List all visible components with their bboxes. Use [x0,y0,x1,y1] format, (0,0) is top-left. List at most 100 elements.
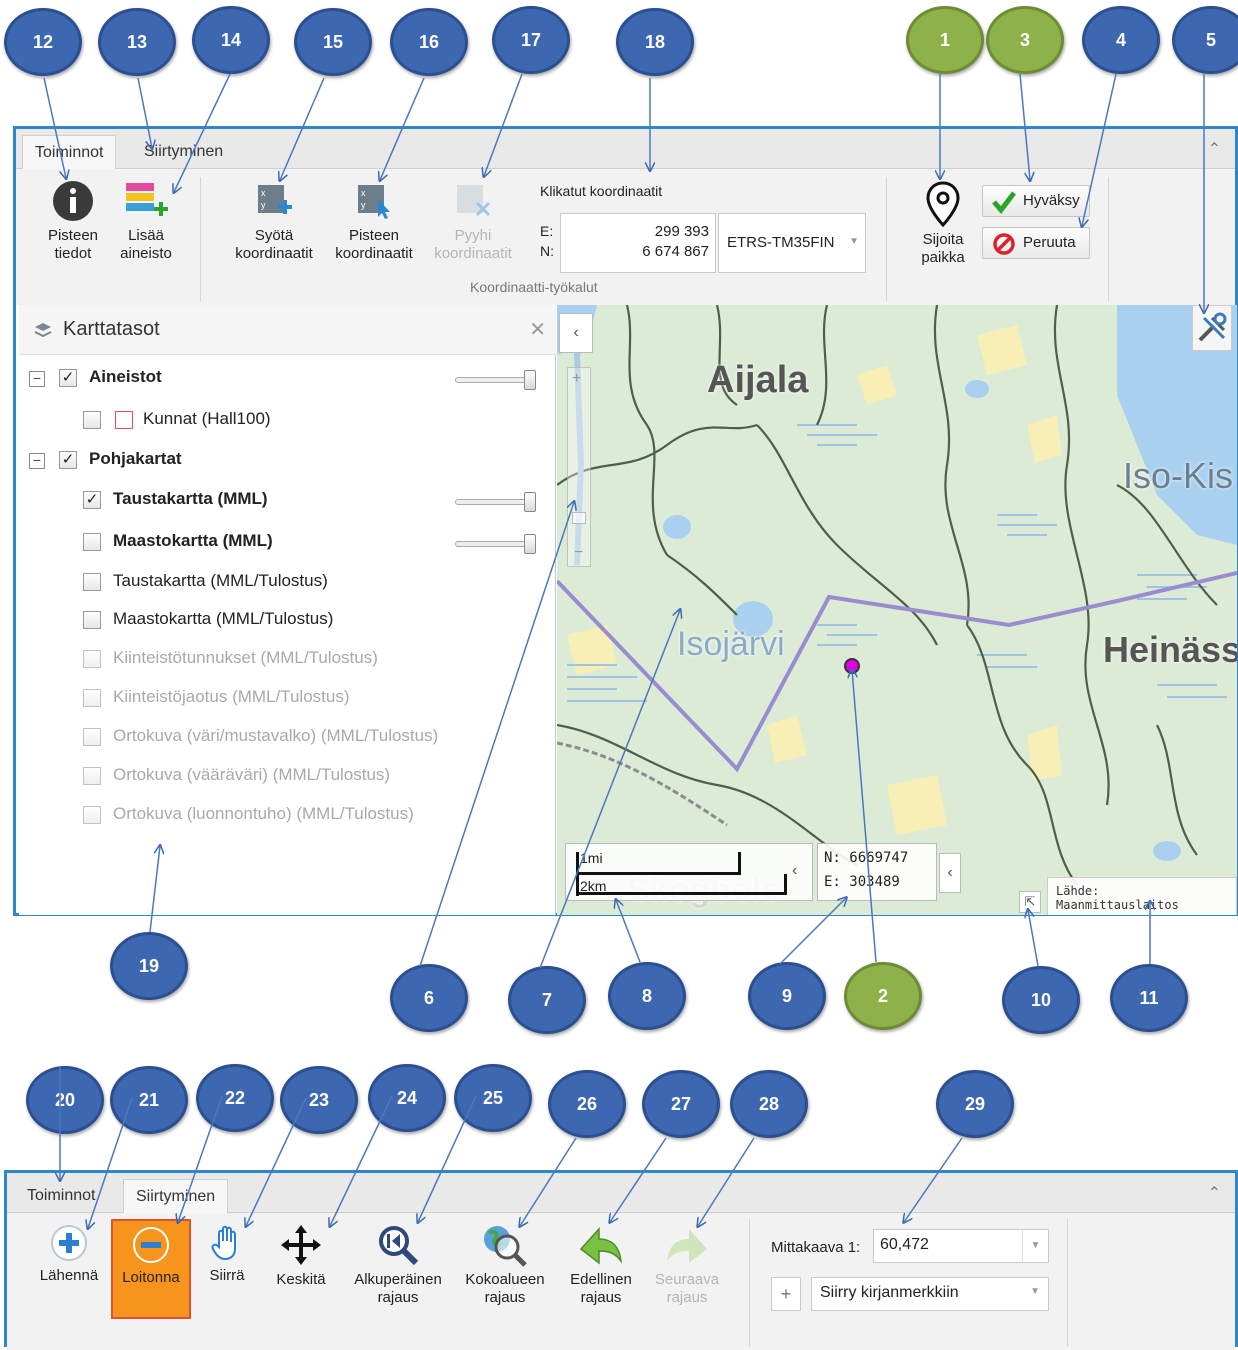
collapse-pohjakartat-icon[interactable]: − [29,453,45,469]
aineistot-opacity-slider[interactable] [455,370,536,390]
tools-icon [1198,312,1227,342]
enter-coordinates-label: Syötä koordinaatit [235,227,313,262]
bookmark-select[interactable]: Siirry kirjanmerkkiin ▼ [811,1277,1049,1311]
callout-22: 22 [196,1064,274,1132]
zoom-out-tool[interactable]: Loitonna [111,1219,191,1319]
layer-checkbox[interactable] [83,728,101,746]
layer-checkbox[interactable] [83,650,101,668]
callout-14: 14 [192,6,270,74]
layer-checkbox[interactable] [83,806,101,824]
chevron-down-icon[interactable]: ▼ [1022,1230,1048,1262]
collapse-layer-panel-button[interactable]: ‹ [559,313,593,353]
collapse-aineistot-icon[interactable]: − [29,371,45,387]
prohibited-icon [993,233,1015,255]
place-label-heinass: Heinäss [1103,629,1237,670]
map-background [557,305,1237,915]
map-view[interactable]: Aijala Iso-Kis Isojärvi Heinäss Skogböle… [557,305,1237,915]
place-label-isojarvi: Isojärvi [677,625,785,663]
callout-11: 11 [1110,964,1188,1032]
pan-tool[interactable]: Siirrä [197,1223,257,1285]
chevron-down-icon: ▼ [1030,1286,1040,1297]
original-extent-icon [379,1226,419,1266]
layer-checkbox[interactable] [83,767,101,785]
cancel-button[interactable]: Peruuta [982,227,1090,259]
clicked-coordinates-field[interactable]: 299 393 6 674 867 [560,213,716,273]
collapse-ribbon-icon[interactable]: ⌃ [1208,139,1221,159]
center-move-icon [281,1225,321,1265]
collapse-ribbon-icon[interactable]: ⌃ [1208,1183,1221,1203]
tools-toggle-button[interactable] [1192,305,1232,351]
full-extent-label: Kokoalueen rajaus [465,1271,545,1306]
center-tool[interactable]: Keskitä [263,1223,339,1289]
zoom-in-tool[interactable]: Lähennä [27,1223,111,1285]
callout-15: 15 [294,8,372,76]
place-location-tool[interactable]: Sijoita paikka [906,181,980,267]
cancel-label: Peruuta [1023,234,1076,251]
e-label: E: [540,223,554,239]
layer-checkbox[interactable] [83,573,101,591]
pohjakartat-checkbox[interactable]: ✓ [59,451,77,469]
tab-siirtyminen[interactable]: Siirtyminen [132,135,235,169]
point-coordinates-tool[interactable]: xy Pisteen koordinaatit [324,179,424,263]
callout-17: 17 [492,6,570,74]
original-extent-tool[interactable]: Alkuperäinen rajaus [343,1223,453,1307]
full-extent-tool[interactable]: Kokoalueen rajaus [455,1223,555,1307]
add-layer-label: Lisää aineisto [120,227,172,262]
layer-checkbox[interactable]: ✓ [83,491,101,509]
zoom-plus-icon[interactable]: + [572,370,581,388]
collapse-coordinates-button[interactable]: ‹ [939,853,961,893]
zoom-slider-handle[interactable] [572,512,586,524]
point-info-label: Pisteen tiedot [47,227,99,262]
slider-handle[interactable] [524,492,536,512]
layer-checkbox[interactable] [83,611,101,629]
layer-checkbox[interactable] [83,689,101,707]
callout-25: 25 [454,1064,532,1132]
tab-toiminnot[interactable]: Toiminnot [15,1179,107,1213]
zoom-slider[interactable]: + − [567,367,591,567]
clicked-coordinates-title: Klikatut koordinaatit [540,183,663,199]
layer-kiinteistotunnukset: Kiinteistötunnukset (MML/Tulostus) [113,648,378,667]
layer-kiinteistojaotus: Kiinteistöjaotus (MML/Tulostus) [113,687,350,706]
point-info-tool[interactable]: Pisteen tiedot [38,179,108,263]
map-source-attribution: Lähde: Maanmittauslaitos [1047,877,1237,915]
scale-input[interactable]: 60,472 ▼ [873,1229,1049,1263]
layer-maastokartta-tulostus: Maastokartta (MML/Tulostus) [113,609,334,628]
clear-coordinates-label: Pyyhi koordinaatit [434,227,512,262]
aineistot-checkbox[interactable]: ✓ [59,369,77,387]
add-bookmark-button[interactable]: + [771,1277,801,1311]
next-extent-tool[interactable]: Seuraava rajaus [647,1223,727,1307]
next-extent-label: Seuraava rajaus [654,1271,720,1306]
layer-checkbox[interactable] [83,411,101,429]
close-icon[interactable]: ✕ [529,317,546,342]
slider-handle[interactable] [524,370,536,390]
callout-19: 19 [110,932,188,1000]
crs-select[interactable]: ETRS-TM35FIN ▼ [718,213,866,273]
enter-coordinates-icon: xy [258,185,292,214]
slider-handle[interactable] [524,534,536,554]
tab-toiminnot[interactable]: Toiminnot [22,135,117,169]
callout-10: 10 [1002,966,1080,1034]
clear-coordinates-tool[interactable]: Pyyhi koordinaatit [428,179,518,263]
previous-extent-tool[interactable]: Edellinen rajaus [563,1223,639,1307]
chevron-down-icon: ▼ [849,236,859,247]
accept-button[interactable]: Hyväksy [982,185,1090,217]
zoom-minus-icon[interactable]: − [574,544,583,562]
info-icon [53,181,93,221]
add-layer-tool[interactable]: Lisää aineisto [110,179,182,263]
maastokartta-opacity-slider[interactable] [455,534,536,554]
callout-13: 13 [98,8,176,76]
taustakartta-opacity-slider[interactable] [455,492,536,512]
original-extent-label: Alkuperäinen rajaus [354,1271,442,1306]
callout-21: 21 [110,1066,188,1134]
ribbon-separator [886,177,887,301]
scale-bar-line [738,852,741,874]
enter-coordinates-tool[interactable]: xy Syötä koordinaatit [224,179,324,263]
collapse-scale-icon[interactable]: ‹ [792,862,797,880]
layer-taustakartta-tulostus: Taustakartta (MML/Tulostus) [113,571,328,590]
scale-label: Mittakaava 1: [771,1239,861,1256]
expand-arrow-icon[interactable]: ⇱ [1019,891,1041,913]
ribbon-separator [1108,177,1109,301]
tab-siirtyminen[interactable]: Siirtyminen [123,1179,229,1213]
top-ribbon: Toiminnot Siirtyminen ⌃ Pisteen tiedot L… [16,129,1235,305]
layer-checkbox[interactable] [83,533,101,551]
